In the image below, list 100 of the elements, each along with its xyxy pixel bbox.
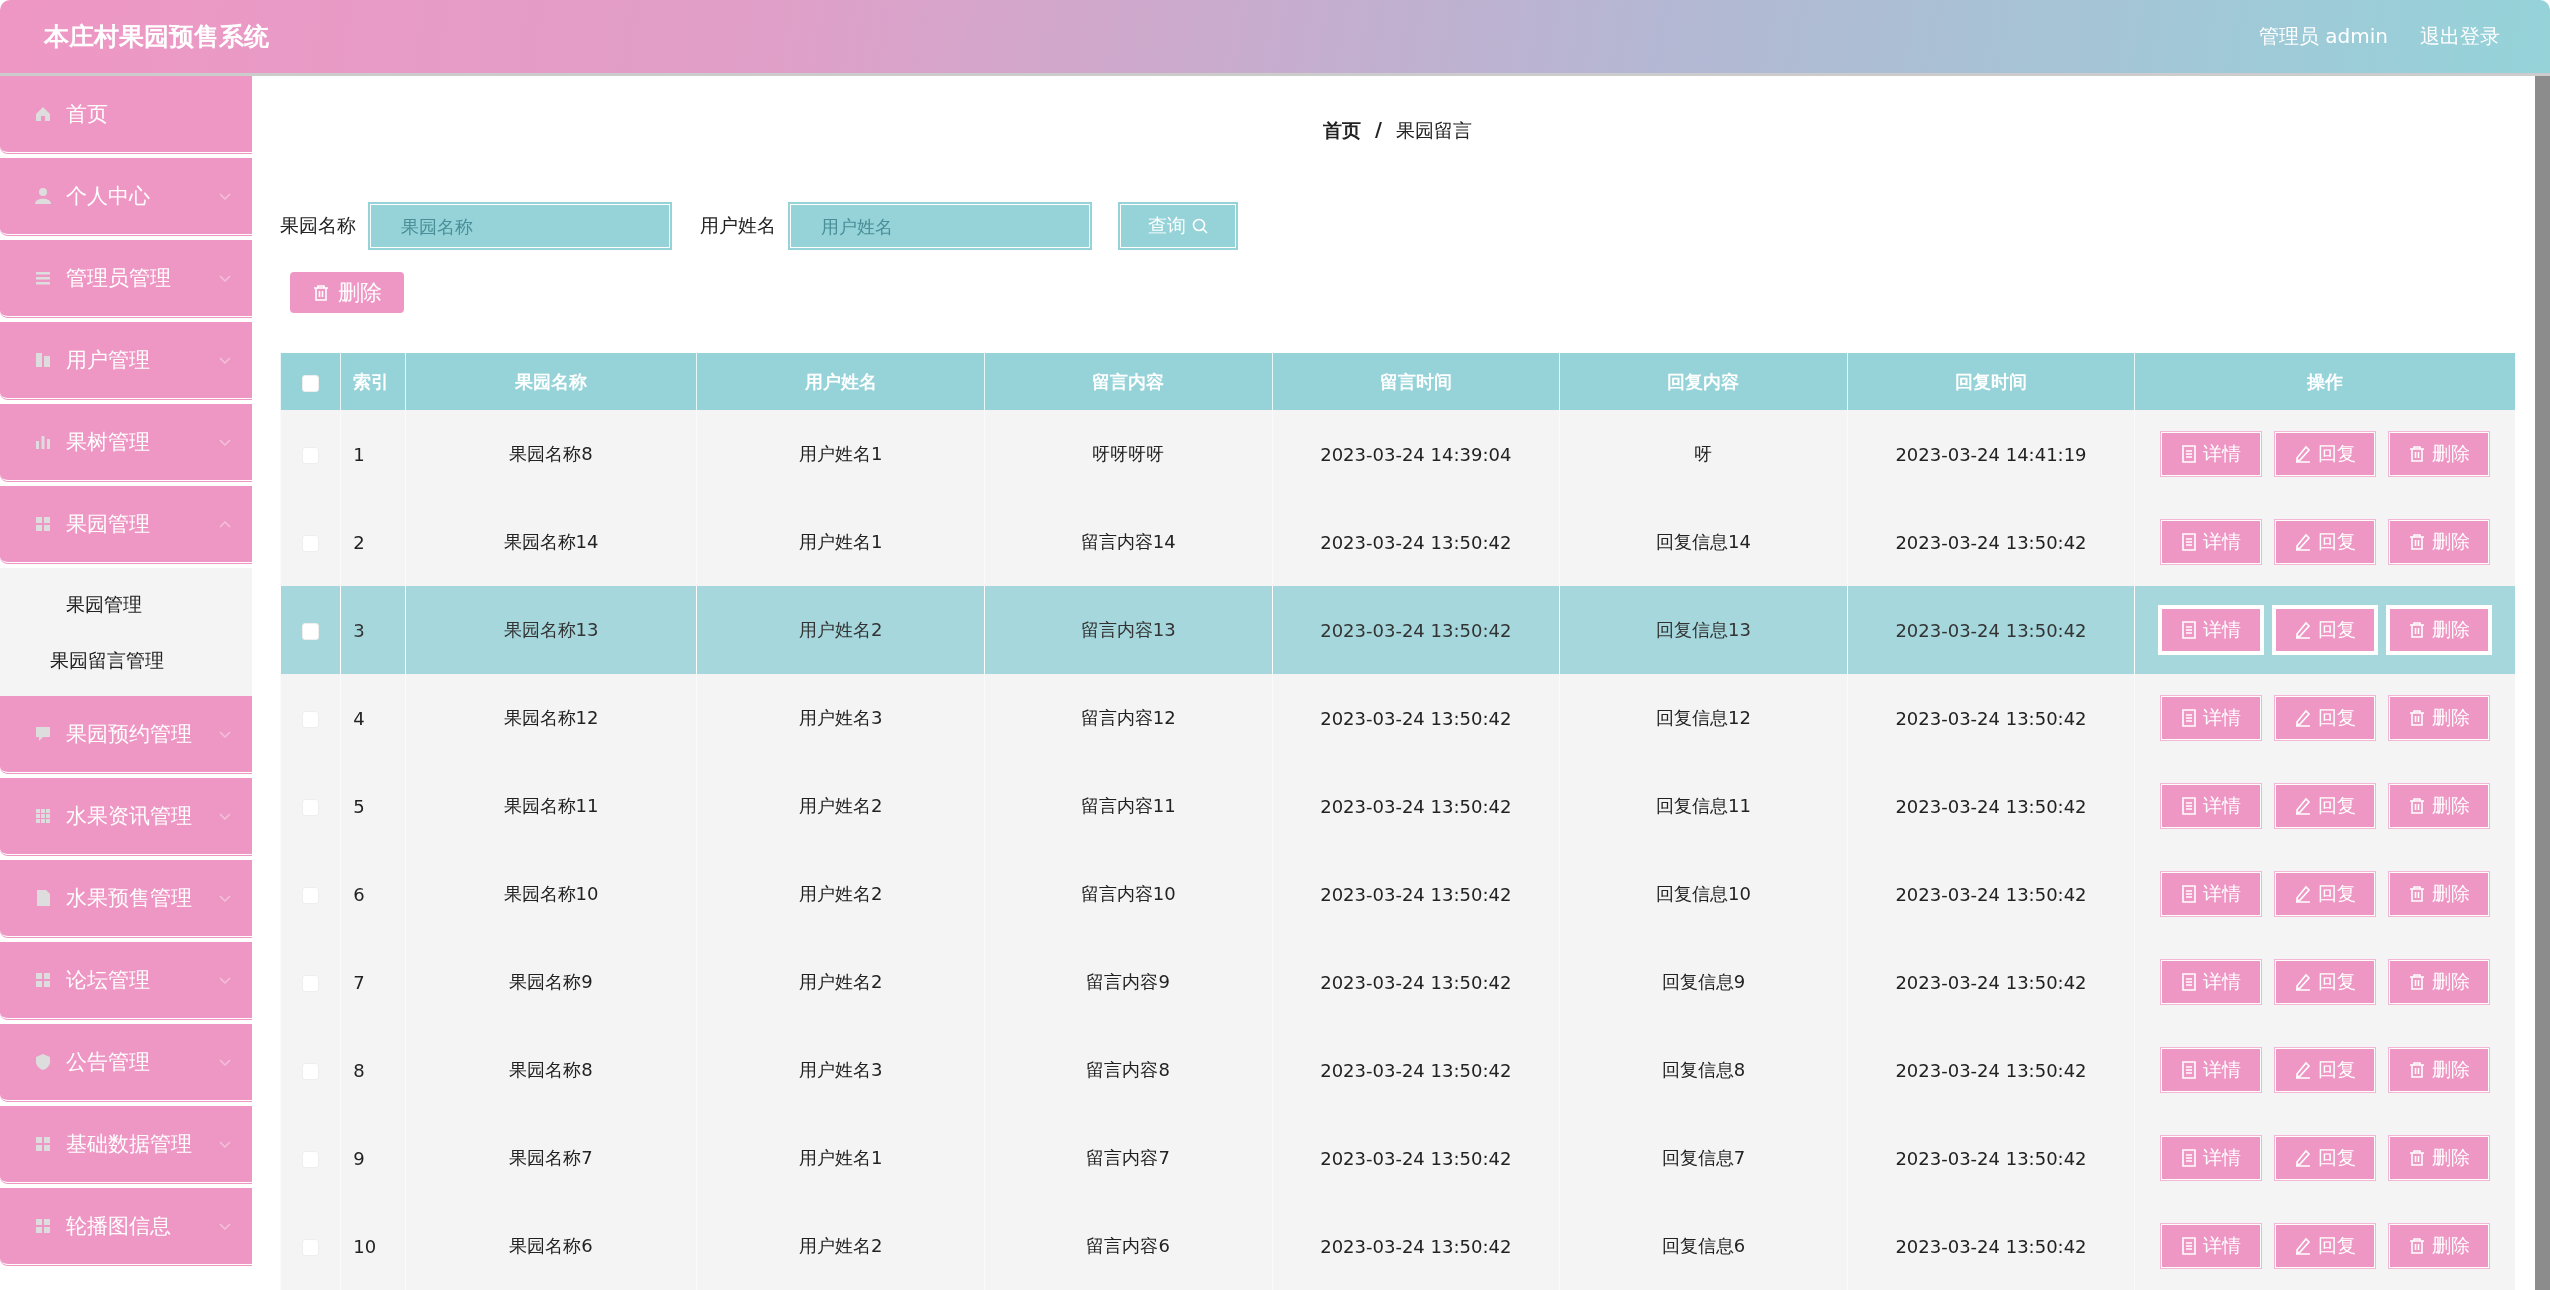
table-cell: 果园名称13 — [503, 619, 599, 640]
table-cell: 3 — [353, 619, 365, 641]
delete-button[interactable]: 删除 — [2389, 1048, 2490, 1092]
delete-button[interactable]: 删除 — [2389, 1224, 2490, 1268]
bar-chart-icon — [34, 433, 52, 451]
document-icon — [2181, 533, 2198, 551]
pencil-icon — [2294, 1237, 2313, 1255]
sidebar-item[interactable]: 水果预售管理 — [0, 860, 252, 939]
details-button[interactable]: 详情 — [2161, 1136, 2262, 1180]
column-header: 索引 — [353, 370, 390, 392]
table-cell: 留言内容6 — [1086, 1235, 1170, 1256]
sidebar-item[interactable]: 论坛管理 — [0, 942, 252, 1021]
sidebar-item[interactable]: 基础数据管理 — [0, 1106, 252, 1185]
details-button[interactable]: 详情 — [2161, 432, 2262, 476]
delete-button[interactable]: 删除 — [290, 272, 404, 313]
search-field[interactable]: 用户姓名 — [790, 204, 1090, 248]
table-cell: 回复信息12 — [1655, 707, 1751, 728]
details-button[interactable]: 详情 — [2161, 784, 2262, 828]
table-cell: 2023-03-24 13:50:42 — [1895, 1235, 2087, 1257]
chevron-icon — [218, 811, 232, 821]
table-cell: 留言内容11 — [1080, 795, 1176, 816]
sidebar-item[interactable]: 个人中心 — [0, 158, 252, 237]
logout-link[interactable]: 退出登录 — [2420, 23, 2500, 50]
sidebar-item[interactable]: 果园管理 — [0, 486, 252, 565]
row-checkbox[interactable] — [302, 623, 320, 640]
table-cell: 回复信息7 — [1661, 1147, 1746, 1168]
reply-button[interactable]: 回复 — [2275, 520, 2376, 564]
search-field[interactable]: 果园名称 — [370, 204, 670, 248]
document-icon — [2181, 1149, 2198, 1167]
chevron-icon — [218, 519, 232, 529]
delete-button[interactable]: 删除 — [2389, 432, 2490, 476]
details-button[interactable]: 详情 — [2161, 1048, 2262, 1092]
table-cell: 用户姓名2 — [798, 795, 883, 816]
sidebar-item[interactable]: 首页 — [0, 76, 252, 155]
sidebar-item[interactable]: 用户管理 — [0, 322, 252, 401]
table-cell: 2023-03-24 13:50:42 — [1320, 531, 1512, 553]
search-button[interactable]: 查询 — [1120, 204, 1236, 248]
delete-button[interactable]: 删除 — [2389, 1136, 2490, 1180]
pencil-icon — [2294, 1149, 2313, 1167]
table-cell: 用户姓名2 — [798, 971, 883, 992]
scrollbar[interactable] — [2535, 76, 2550, 1290]
trash-icon — [2408, 709, 2427, 727]
submenu-item[interactable]: 果园留言管理 — [0, 632, 252, 688]
reply-button[interactable]: 回复 — [2275, 608, 2376, 652]
sidebar-item[interactable]: 水果资讯管理 — [0, 778, 252, 857]
table-cell: 2023-03-24 13:50:42 — [1895, 883, 2087, 905]
pencil-icon — [2294, 709, 2313, 727]
pencil-icon — [2294, 885, 2313, 903]
reply-button[interactable]: 回复 — [2275, 1136, 2376, 1180]
table-cell: 2023-03-24 13:50:42 — [1895, 795, 2087, 817]
table-cell: 果园名称11 — [503, 795, 599, 816]
table-cell: 用户姓名1 — [798, 443, 883, 464]
document-icon — [2181, 621, 2198, 639]
reply-button[interactable]: 回复 — [2275, 1048, 2376, 1092]
details-button[interactable]: 详情 — [2161, 960, 2262, 1004]
reply-button[interactable]: 回复 — [2275, 1224, 2376, 1268]
delete-button[interactable]: 删除 — [2389, 872, 2490, 916]
table-cell: 2023-03-24 13:50:42 — [1320, 1235, 1512, 1257]
table-cell: 用户姓名3 — [798, 1059, 883, 1080]
sidebar-item[interactable]: 公告管理 — [0, 1024, 252, 1103]
table-cell: 留言内容8 — [1086, 1059, 1170, 1080]
reply-button[interactable]: 回复 — [2275, 784, 2376, 828]
submenu-item[interactable]: 果园管理 — [0, 576, 252, 632]
chevron-icon — [218, 273, 232, 283]
reply-button[interactable]: 回复 — [2275, 696, 2376, 740]
details-button[interactable]: 详情 — [2161, 696, 2262, 740]
select-all-checkbox[interactable] — [302, 374, 320, 392]
reply-button[interactable]: 回复 — [2275, 432, 2376, 476]
document-icon — [2181, 1237, 2198, 1255]
details-button[interactable]: 详情 — [2161, 520, 2262, 564]
table-cell: 2023-03-24 13:50:42 — [1895, 707, 2087, 729]
sidebar-item[interactable]: 轮播图信息 — [0, 1188, 252, 1267]
table-cell: 留言内容14 — [1080, 531, 1176, 552]
table-cell: 果园名称12 — [503, 707, 599, 728]
table-cell: 7 — [353, 971, 365, 993]
delete-button[interactable]: 删除 — [2389, 960, 2490, 1004]
table-cell: 用户姓名2 — [798, 1235, 883, 1256]
table-cell: 2023-03-24 13:50:42 — [1320, 619, 1512, 641]
trash-icon — [2408, 1237, 2427, 1255]
reply-button[interactable]: 回复 — [2275, 872, 2376, 916]
chevron-icon — [218, 355, 232, 365]
document-icon — [2181, 709, 2198, 727]
details-button[interactable]: 详情 — [2161, 1224, 2262, 1268]
chevron-icon — [218, 893, 232, 903]
delete-button[interactable]: 删除 — [2389, 520, 2490, 564]
reply-button[interactable]: 回复 — [2275, 960, 2376, 1004]
sidebar-item[interactable]: 果园预约管理 — [0, 696, 252, 775]
delete-button[interactable]: 删除 — [2389, 696, 2490, 740]
dots-grid-icon — [34, 807, 52, 825]
sidebar-item[interactable]: 果树管理 — [0, 404, 252, 483]
breadcrumb-link[interactable]: 首页 — [1323, 118, 1361, 144]
table-cell: 10 — [353, 1235, 377, 1257]
column-header: 留言时间 — [1379, 370, 1452, 392]
details-button[interactable]: 详情 — [2161, 872, 2262, 916]
delete-button[interactable]: 删除 — [2389, 784, 2490, 828]
delete-button[interactable]: 删除 — [2389, 608, 2490, 652]
trash-icon — [2408, 1149, 2427, 1167]
trash-icon — [2408, 533, 2427, 551]
details-button[interactable]: 详情 — [2161, 608, 2262, 652]
sidebar-item[interactable]: 管理员管理 — [0, 240, 252, 319]
